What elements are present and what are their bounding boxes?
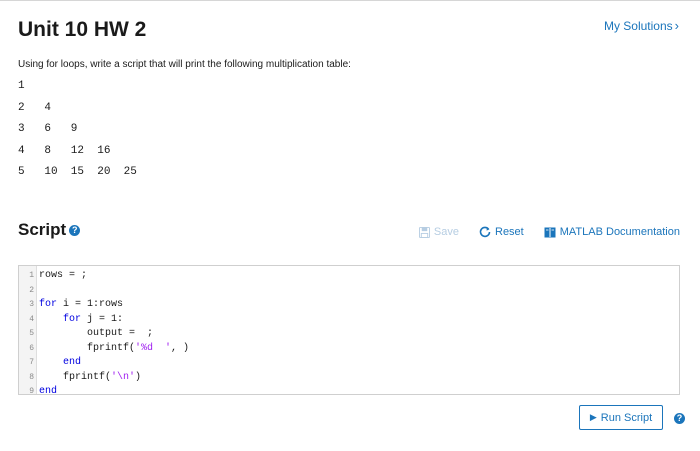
code-text: output = ; [39, 327, 153, 342]
code-text: fprintf('%d ', ) [39, 342, 189, 357]
line-number: 7 [29, 358, 34, 367]
matlab-documentation-label: MATLAB Documentation [559, 226, 680, 238]
script-heading: Script? [18, 220, 81, 240]
code-text: rows = ; [39, 269, 87, 284]
question-circle-icon[interactable]: ? [674, 413, 685, 424]
question-circle-icon[interactable]: ? [69, 225, 81, 237]
code-line[interactable]: 9 end [19, 385, 679, 400]
table-row: 4 8 12 16 [18, 144, 111, 157]
keyword-token: for [39, 299, 58, 310]
string-token: '\n' [111, 371, 136, 383]
code-token: , ) [171, 342, 190, 354]
code-text: fprintf('\n') [39, 371, 141, 386]
code-line[interactable]: 3 for i = 1:rows [19, 298, 679, 313]
code-token: j = 1: [81, 313, 124, 325]
chevron-right-icon: › [674, 18, 679, 33]
script-toolbar: Save Reset MATLAB Documentation [399, 226, 680, 238]
matlab-documentation-link[interactable]: MATLAB Documentation [544, 226, 680, 238]
run-script-label: Run Script [600, 411, 653, 424]
code-text: end [39, 356, 81, 371]
line-number: 9 [29, 387, 34, 396]
script-heading-label: Script [18, 220, 67, 239]
reset-label: Reset [495, 226, 524, 238]
code-token: fprintf( [39, 342, 136, 354]
line-number: 8 [29, 372, 34, 382]
run-script-button[interactable]: ▶ Run Script [579, 405, 663, 430]
code-token: i = 1:rows [57, 299, 124, 310]
code-line[interactable]: 6 fprintf('%d ', ) [19, 342, 679, 357]
table-row: 2 4 [18, 101, 52, 114]
code-token: ) [135, 371, 142, 383]
keyword-token: for [63, 313, 82, 325]
code-line[interactable]: 1 rows = ; [19, 269, 679, 284]
table-row: 5 10 15 20 25 [18, 166, 137, 178]
line-number: 2 [29, 285, 34, 295]
code-editor[interactable]: 1 rows = ; 2 3 for i = 1:rows 4 for j = 1: 5 o… [18, 265, 680, 397]
table-row: 1 [18, 80, 25, 92]
my-solutions-label: My Solutions [603, 19, 673, 33]
code-text: for i = 1:rows [39, 298, 123, 313]
code-text: end [39, 385, 57, 400]
table-row: 3 6 9 [18, 123, 78, 135]
page-title: Unit 10 HW 2 [18, 18, 147, 41]
floppy-disk-icon [418, 226, 430, 238]
code-line[interactable]: 5 output = ; [19, 327, 679, 342]
save-button[interactable]: Save [418, 226, 459, 238]
code-token: rows = ; [39, 270, 88, 281]
code-text: for j = 1: [39, 313, 123, 328]
line-number: 4 [29, 314, 34, 324]
book-icon [544, 227, 556, 238]
code-line[interactable]: 8 fprintf('\n') [19, 371, 679, 386]
my-solutions-link[interactable]: My Solutions › [604, 18, 679, 33]
string-token: '%d ' [135, 342, 172, 354]
code-line[interactable]: 7 end [19, 356, 679, 371]
save-label: Save [433, 226, 459, 238]
keyword-token: end [39, 386, 58, 397]
code-token: fprintf( [39, 371, 112, 383]
line-number: 5 [29, 329, 34, 338]
code-line[interactable]: 2 [19, 284, 679, 299]
line-number: 3 [29, 300, 34, 309]
refresh-icon [479, 226, 491, 238]
reset-button[interactable]: Reset [479, 226, 524, 238]
line-number: 6 [29, 343, 34, 353]
code-token: output = ; [39, 328, 154, 339]
multiplication-table: 1 2 4 3 6 9 4 8 12 16 5 10 15 20 25 [18, 80, 137, 188]
line-number: 1 [29, 271, 34, 280]
top-divider [0, 0, 700, 1]
problem-prompt: Using for loops, write a script that wil… [18, 59, 351, 70]
code-line[interactable]: 4 for j = 1: [19, 313, 679, 328]
play-icon: ▶ [589, 412, 597, 422]
keyword-token: end [63, 357, 82, 368]
